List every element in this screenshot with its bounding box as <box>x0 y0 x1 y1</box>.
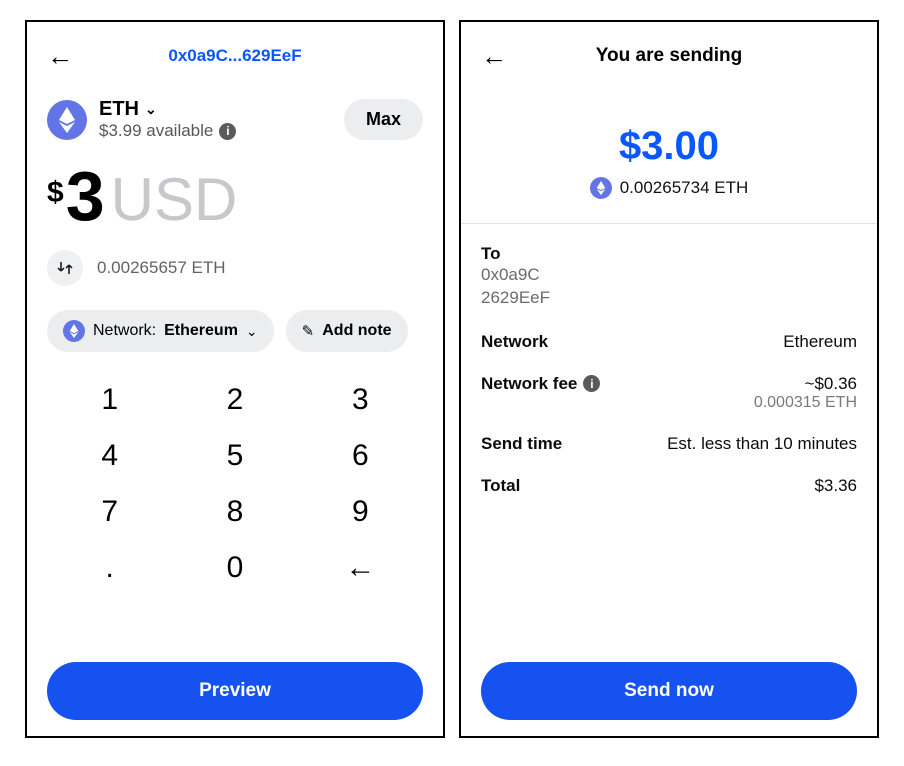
fee-usd: ~$0.36 <box>754 374 857 394</box>
add-note-button[interactable]: ✎ Add note <box>286 310 408 352</box>
key-7[interactable]: 7 <box>47 484 172 540</box>
amount-value: 3 <box>66 161 105 231</box>
recipient-address[interactable]: 0x0a9C...629EeF <box>47 46 423 66</box>
network-value: Ethereum <box>783 332 857 352</box>
key-8[interactable]: 8 <box>172 484 297 540</box>
chevron-down-icon: ⌄ <box>246 323 258 340</box>
currency-symbol: $ <box>47 176 64 210</box>
send-amount-screen: ← 0x0a9C...629EeF ETH ⌄ $3.99 available … <box>25 20 445 738</box>
eth-icon <box>47 100 87 140</box>
info-icon[interactable]: i <box>583 375 600 392</box>
send-now-button[interactable]: Send now <box>481 662 857 720</box>
max-button[interactable]: Max <box>344 99 423 140</box>
add-note-label: Add note <box>322 322 391 340</box>
send-amount-eth: 0.00265734 ETH <box>620 178 749 198</box>
confirm-send-screen: ← You are sending $3.00 0.00265734 ETH T… <box>459 20 879 738</box>
network-selector[interactable]: Network: Ethereum ⌄ <box>47 310 274 352</box>
back-icon[interactable]: ← <box>481 41 507 72</box>
sendtime-label: Send time <box>481 434 562 454</box>
key-0[interactable]: 0 <box>172 540 297 596</box>
to-label: To <box>481 244 857 264</box>
converted-row: 0.00265657 ETH <box>47 250 423 286</box>
topbar: ← 0x0a9C...629EeF <box>47 38 423 74</box>
network-value: Ethereum <box>164 322 238 340</box>
asset-row: ETH ⌄ $3.99 available i Max <box>47 98 423 141</box>
asset-symbol[interactable]: ETH <box>99 98 139 121</box>
options-row: Network: Ethereum ⌄ ✎ Add note <box>47 310 423 352</box>
key-3[interactable]: 3 <box>298 372 423 428</box>
to-line2: 2629EeF <box>481 287 857 310</box>
asset-info: ETH ⌄ $3.99 available i <box>99 98 332 141</box>
eth-icon <box>590 177 612 199</box>
send-summary: $3.00 0.00265734 ETH <box>481 124 857 199</box>
total-value: $3.36 <box>814 476 857 496</box>
converted-amount: 0.00265657 ETH <box>97 258 226 278</box>
key-dot[interactable]: . <box>47 540 172 596</box>
chevron-down-icon[interactable]: ⌄ <box>145 101 157 118</box>
preview-button[interactable]: Preview <box>47 662 423 720</box>
page-title: You are sending <box>507 45 831 67</box>
pencil-icon: ✎ <box>302 322 315 340</box>
key-6[interactable]: 6 <box>298 428 423 484</box>
eth-icon <box>63 320 85 342</box>
key-4[interactable]: 4 <box>47 428 172 484</box>
network-label: Network <box>481 332 548 352</box>
amount-unit: USD <box>111 165 238 234</box>
key-2[interactable]: 2 <box>172 372 297 428</box>
transaction-details: To 0x0a9C 2629EeF Network Ethereum Netwo… <box>481 244 857 496</box>
key-1[interactable]: 1 <box>47 372 172 428</box>
fee-label: Network fee <box>481 374 577 394</box>
swap-currency-button[interactable] <box>47 250 83 286</box>
network-prefix: Network: <box>93 322 156 340</box>
available-balance: $3.99 available <box>99 121 213 141</box>
key-5[interactable]: 5 <box>172 428 297 484</box>
topbar: ← You are sending <box>481 38 857 74</box>
divider <box>461 223 877 224</box>
send-amount-usd: $3.00 <box>619 124 719 169</box>
amount-display: $ 3 USD <box>47 161 423 234</box>
keypad: 1 2 3 4 5 6 7 8 9 . 0 ← <box>47 372 423 596</box>
to-line1: 0x0a9C <box>481 264 857 287</box>
fee-eth: 0.000315 ETH <box>754 394 857 412</box>
total-label: Total <box>481 476 520 496</box>
key-9[interactable]: 9 <box>298 484 423 540</box>
key-backspace[interactable]: ← <box>298 540 423 596</box>
info-icon[interactable]: i <box>219 123 236 140</box>
sendtime-value: Est. less than 10 minutes <box>667 434 857 454</box>
